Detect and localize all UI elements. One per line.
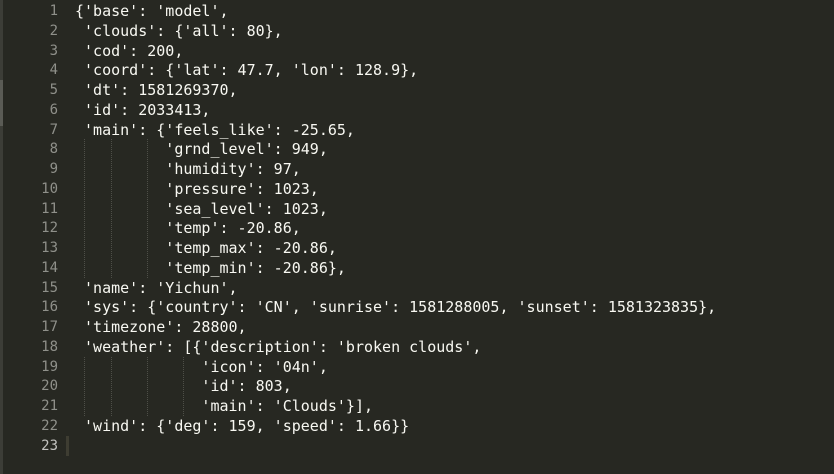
code-line[interactable]: 'cod': 200, <box>75 41 183 61</box>
line-number: 10 <box>41 180 58 197</box>
line-number: 23 <box>41 437 58 454</box>
line-number: 19 <box>41 358 58 375</box>
line-number: 5 <box>49 82 58 98</box>
indent-guide <box>111 356 113 416</box>
indent-guide <box>147 139 149 278</box>
indent-guide <box>84 139 86 278</box>
code-line[interactable]: 'clouds': {'all': 80}, <box>75 21 283 41</box>
code-line[interactable]: 'main': 'Clouds'}], <box>75 396 373 416</box>
line-number: 8 <box>49 141 58 158</box>
line-number: 15 <box>41 279 58 296</box>
line-number: 13 <box>41 240 58 256</box>
line-number: 18 <box>41 338 58 355</box>
code-line[interactable]: 'grnd_level': 949, <box>75 139 328 159</box>
line-number: 2 <box>49 22 58 39</box>
indent-guide <box>183 356 185 416</box>
indent-guide <box>111 139 113 278</box>
code-line[interactable]: 'sea_level': 1023, <box>75 199 328 219</box>
line-number: 14 <box>41 259 58 276</box>
code-line[interactable]: 'sys': {'country': 'CN', 'sunrise': 1581… <box>75 297 716 317</box>
code-line[interactable]: 'main': {'feels_like': -25.65, <box>75 120 355 140</box>
code-line[interactable]: {'base': 'model', <box>75 1 229 21</box>
line-number: 3 <box>49 42 58 59</box>
line-number: 12 <box>41 220 58 237</box>
code-line[interactable]: 'name': 'Yichun', <box>75 278 238 298</box>
code-line[interactable]: 'id': 2033413, <box>75 100 210 120</box>
line-number-gutter: 1 2 3 4 5 6 7 8 9 10 11 12 13 14 15 16 17 18 19 20 21 22 23 <box>3 0 66 474</box>
code-editor[interactable]: 1 2 3 4 5 6 7 8 9 10 11 12 13 14 15 16 17 18 19 20 21 22 23 {'… <box>0 0 834 474</box>
line-number: 4 <box>49 62 58 79</box>
code-line[interactable]: 'timezone': 28800, <box>75 317 247 337</box>
line-number: 21 <box>41 398 58 414</box>
line-number: 6 <box>49 101 58 118</box>
indent-guide <box>147 356 149 416</box>
line-number: 11 <box>41 200 58 217</box>
line-number: 16 <box>41 299 58 316</box>
code-line[interactable]: 'humidity': 97, <box>75 159 300 179</box>
code-line[interactable]: 'icon': '04n', <box>75 357 327 377</box>
line-number: 17 <box>41 319 58 335</box>
line-number: 20 <box>41 378 58 395</box>
code-line[interactable]: 'temp_min': -20.86}, <box>75 258 346 278</box>
code-line[interactable]: 'temp_max': -20.86, <box>75 238 337 258</box>
code-line[interactable]: 'temp': -20.86, <box>75 218 300 238</box>
code-line[interactable]: 'dt': 1581269370, <box>75 80 238 100</box>
line-number: 9 <box>49 161 58 177</box>
line-number: 22 <box>41 417 58 434</box>
indent-guide <box>84 356 86 416</box>
code-line[interactable]: 'weather': [{'description': 'broken clou… <box>75 337 481 357</box>
code-line[interactable]: 'wind': {'deg': 159, 'speed': 1.66}} <box>75 416 409 436</box>
line-number: 1 <box>49 3 58 19</box>
code-line[interactable]: 'coord': {'lat': 47.7, 'lon': 128.9}, <box>75 60 418 80</box>
line-number: 7 <box>49 121 58 138</box>
